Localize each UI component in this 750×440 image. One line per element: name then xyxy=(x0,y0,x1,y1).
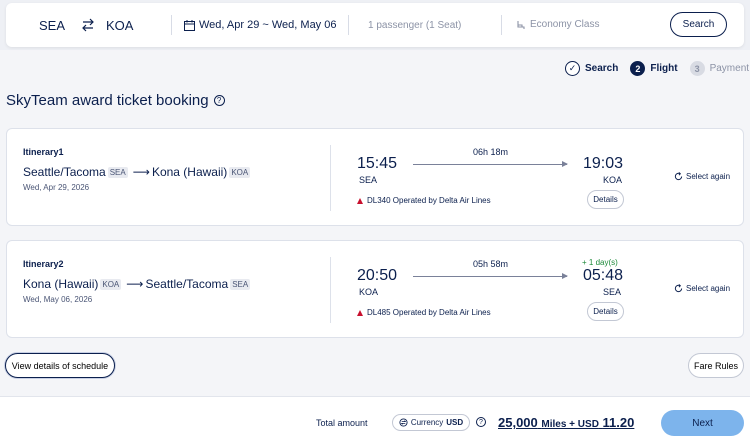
divider xyxy=(501,15,502,35)
operated-text: DL485 Operated by Delta Air Lines xyxy=(367,308,491,317)
arrival-time: 05:48 xyxy=(583,267,624,284)
travel-dates[interactable]: Wed, Apr 29 ~ Wed, May 06 xyxy=(184,19,336,31)
swap-icon[interactable] xyxy=(80,17,96,33)
itinerary-card: Itinerary2 Kona (Hawaii) KOA ⟶ Seattle/T… xyxy=(6,240,744,338)
view-schedule-details-button[interactable]: View details of schedule xyxy=(5,353,115,378)
arrow-right-icon: ⟶ xyxy=(132,165,150,179)
total-amount-label: Total amount xyxy=(316,418,368,428)
footer-bar: Total amount Currency USD ? 25,000 Miles… xyxy=(0,396,750,440)
itinerary-label: Itinerary2 xyxy=(23,259,64,269)
details-button[interactable]: Details xyxy=(587,302,624,321)
to-city: Kona (Hawaii) xyxy=(151,165,228,179)
cabin-selector[interactable]: Economy Class xyxy=(516,19,599,30)
step-number: 2 xyxy=(630,61,646,76)
from-city: Kona (Hawaii) xyxy=(23,277,99,291)
divider xyxy=(330,145,331,211)
calendar-icon xyxy=(184,19,195,31)
operated-text: DL340 Operated by Delta Air Lines xyxy=(367,196,491,205)
top-bar: SEA KOA Wed, Apr 29 ~ Wed, May 06 1 pass… xyxy=(0,0,750,50)
to-code-tag: SEA xyxy=(230,278,251,290)
cabin-text: Economy Class xyxy=(530,19,600,30)
select-again-button[interactable]: Select again xyxy=(674,284,730,293)
total-amount-value: 25,000 Miles + USD 11.20 xyxy=(498,415,634,430)
refresh-icon xyxy=(674,172,683,181)
details-button[interactable]: Details xyxy=(587,190,624,209)
currency-exchange-icon xyxy=(399,418,408,427)
step-flight: 2 Flight xyxy=(630,61,678,76)
arrival-code: SEA xyxy=(603,287,622,297)
step-label: Search xyxy=(585,63,619,74)
departure-code: KOA xyxy=(359,287,379,297)
to-city: Seattle/Tacoma xyxy=(145,277,229,291)
info-icon[interactable]: ? xyxy=(213,95,225,106)
duration: 05h 58m xyxy=(473,259,509,269)
operated-by: DL485 Operated by Delta Air Lines xyxy=(357,308,491,317)
arrival-code: KOA xyxy=(603,175,623,185)
origin-airport[interactable]: SEA xyxy=(39,18,65,33)
itinerary-card: Itinerary1 Seattle/Tacoma SEA ⟶ Kona (Ha… xyxy=(6,128,744,226)
departure-time: 20:50 xyxy=(357,267,398,284)
passenger-selector[interactable]: 1 passenger (1 Seat) xyxy=(368,20,461,31)
currency-selector[interactable]: Currency USD xyxy=(392,414,470,431)
search-button[interactable]: Search xyxy=(670,12,727,37)
step-search: ✓ Search xyxy=(565,61,618,76)
departure-code: SEA xyxy=(359,175,378,185)
from-code-tag: SEA xyxy=(107,166,128,178)
step-label: Flight xyxy=(650,63,678,74)
booking-steps: ✓ Search 2 Flight 3 Payment xyxy=(565,61,750,76)
arrival-time: 19:03 xyxy=(583,155,624,172)
delta-logo-icon xyxy=(357,197,363,204)
route: Kona (Hawaii) KOA ⟶ Seattle/Tacoma SEA xyxy=(23,277,253,291)
delta-logo-icon xyxy=(357,309,363,316)
step-label: Payment xyxy=(709,63,750,74)
departure-time: 15:45 xyxy=(357,155,398,172)
route: Seattle/Tacoma SEA ⟶ Kona (Hawaii) KOA xyxy=(23,165,253,179)
operated-by: DL340 Operated by Delta Air Lines xyxy=(357,196,491,205)
plus-day-badge: + 1 day(s) xyxy=(582,258,618,267)
page-title: SkyTeam award ticket booking ? xyxy=(6,92,225,109)
step-payment: 3 Payment xyxy=(689,61,750,76)
select-again-button[interactable]: Select again xyxy=(674,172,730,181)
currency-value: USD xyxy=(446,418,464,427)
select-again-label: Select again xyxy=(686,172,731,181)
flight-date: Wed, May 06, 2026 xyxy=(23,295,93,304)
miles-unit: Miles + USD xyxy=(541,419,599,430)
check-icon: ✓ xyxy=(565,61,580,76)
next-button[interactable]: Next xyxy=(661,410,744,436)
divider xyxy=(171,15,172,35)
fare-rules-button[interactable]: Fare Rules xyxy=(688,353,744,378)
refresh-icon xyxy=(674,284,683,293)
dates-text: Wed, Apr 29 ~ Wed, May 06 xyxy=(199,19,337,31)
usd-value: 11.20 xyxy=(602,415,635,430)
seat-icon xyxy=(517,20,525,29)
arrow-right-icon: ⟶ xyxy=(126,277,144,291)
from-code-tag: KOA xyxy=(100,278,122,290)
select-again-label: Select again xyxy=(686,284,731,293)
itinerary-label: Itinerary1 xyxy=(23,147,64,157)
to-code-tag: KOA xyxy=(229,166,251,178)
divider xyxy=(348,15,349,35)
flight-date: Wed, Apr 29, 2026 xyxy=(23,183,90,192)
page-title-text: SkyTeam award ticket booking xyxy=(6,92,209,109)
currency-label: Currency xyxy=(410,418,444,427)
duration: 06h 18m xyxy=(473,147,509,157)
step-number: 3 xyxy=(689,61,705,76)
from-city: Seattle/Tacoma xyxy=(23,165,106,179)
help-icon[interactable]: ? xyxy=(476,417,486,427)
flight-path-arrow xyxy=(413,161,568,167)
flight-path-arrow xyxy=(413,273,568,279)
divider xyxy=(330,257,331,323)
miles-value: 25,000 xyxy=(498,415,538,430)
search-bar: SEA KOA Wed, Apr 29 ~ Wed, May 06 1 pass… xyxy=(6,3,744,47)
destination-airport[interactable]: KOA xyxy=(106,18,133,33)
